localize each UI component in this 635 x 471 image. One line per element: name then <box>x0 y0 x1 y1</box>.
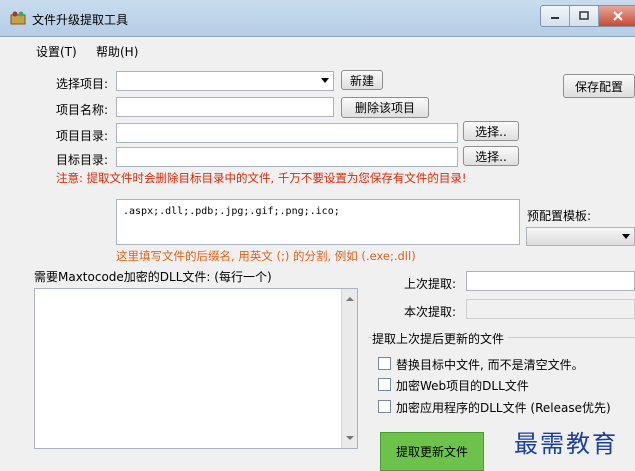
maximize-icon <box>579 11 589 20</box>
target-dir-label: 目标目录: <box>56 153 109 167</box>
new-button[interactable]: 新建 <box>341 70 383 90</box>
extract-updates-button[interactable]: 提取更新文件 <box>380 432 484 471</box>
project-name-input[interactable] <box>116 97 334 117</box>
dll-list-label: 需要Maxtocode加密的DLL文件: (每行一个) <box>34 270 272 284</box>
extensions-hint: 这里填写文件的后缀名, 用英文 (;) 的分割, 例如 (.exe;.dll) <box>116 249 416 263</box>
watermark-logo: 最需教育 <box>514 430 618 458</box>
scroll-up-icon <box>346 297 354 301</box>
extensions-textarea[interactable]: .aspx;.dll;.pdb;.jpg;.gif;.png;.ico; <box>116 199 520 245</box>
app-icon <box>10 11 26 25</box>
menu-bar: 设置(T) 帮助(H) <box>0 37 635 61</box>
replace-files-label: 替换目标中文件, 而不是清空文件。 <box>396 358 584 372</box>
options-group-title: 提取上次提后更新的文件 <box>372 330 509 347</box>
delete-project-button[interactable]: 删除该项目 <box>341 97 429 118</box>
preset-label: 预配置模板: <box>527 209 592 223</box>
minimize-icon <box>551 17 559 19</box>
extensions-value: .aspx;.dll;.pdb;.jpg;.gif;.png;.ico; <box>123 206 340 217</box>
last-extract-label: 上次提取: <box>404 277 457 291</box>
project-dir-input[interactable] <box>116 123 458 143</box>
last-extract-input[interactable] <box>466 271 635 291</box>
window-title: 文件升级提取工具 <box>32 13 129 27</box>
preset-select[interactable] <box>526 227 635 246</box>
window-controls <box>540 5 635 27</box>
save-config-button[interactable]: 保存配置 <box>563 74 635 98</box>
scroll-down-icon <box>346 436 354 440</box>
close-button[interactable] <box>599 6 635 26</box>
encrypt-app-dll-checkbox[interactable] <box>378 400 391 413</box>
warning-text: 注意: 提取文件时会删除目标目录中的文件, 千万不要设置为您保存有文件的目录! <box>56 171 467 185</box>
encrypt-web-dll-label: 加密Web项目的DLL文件 <box>396 379 529 393</box>
browse-project-dir-button[interactable]: 选择.. <box>463 121 519 141</box>
encrypt-web-dll-checkbox[interactable] <box>378 378 391 391</box>
select-project-label: 选择项目: <box>56 77 109 91</box>
client-area: 设置(T) 帮助(H) 选择项目: 新建 保存配置 项目名称: 删除该项目 项目… <box>0 37 635 471</box>
project-name-label: 项目名称: <box>56 103 109 117</box>
encrypt-app-dll-label: 加密应用程序的DLL文件 (Release优先) <box>396 401 611 415</box>
menu-help[interactable]: 帮助(H) <box>96 43 138 60</box>
target-dir-input[interactable] <box>116 147 458 167</box>
browse-target-dir-button[interactable]: 选择.. <box>463 146 519 166</box>
minimize-button[interactable] <box>541 6 570 26</box>
maximize-button[interactable] <box>570 6 599 26</box>
this-extract-input <box>466 299 635 319</box>
replace-files-checkbox[interactable] <box>378 357 391 370</box>
title-bar: 文件升级提取工具 <box>0 0 635 37</box>
project-dir-label: 项目目录: <box>56 129 109 143</box>
chevron-down-icon <box>321 78 329 83</box>
dll-list-scrollbar[interactable] <box>341 289 357 448</box>
chevron-down-icon <box>622 234 630 239</box>
dll-list-textarea[interactable] <box>34 288 358 449</box>
close-icon <box>613 11 623 21</box>
menu-settings[interactable]: 设置(T) <box>36 43 77 60</box>
this-extract-label: 本次提取: <box>404 305 457 319</box>
project-select[interactable] <box>116 71 334 91</box>
